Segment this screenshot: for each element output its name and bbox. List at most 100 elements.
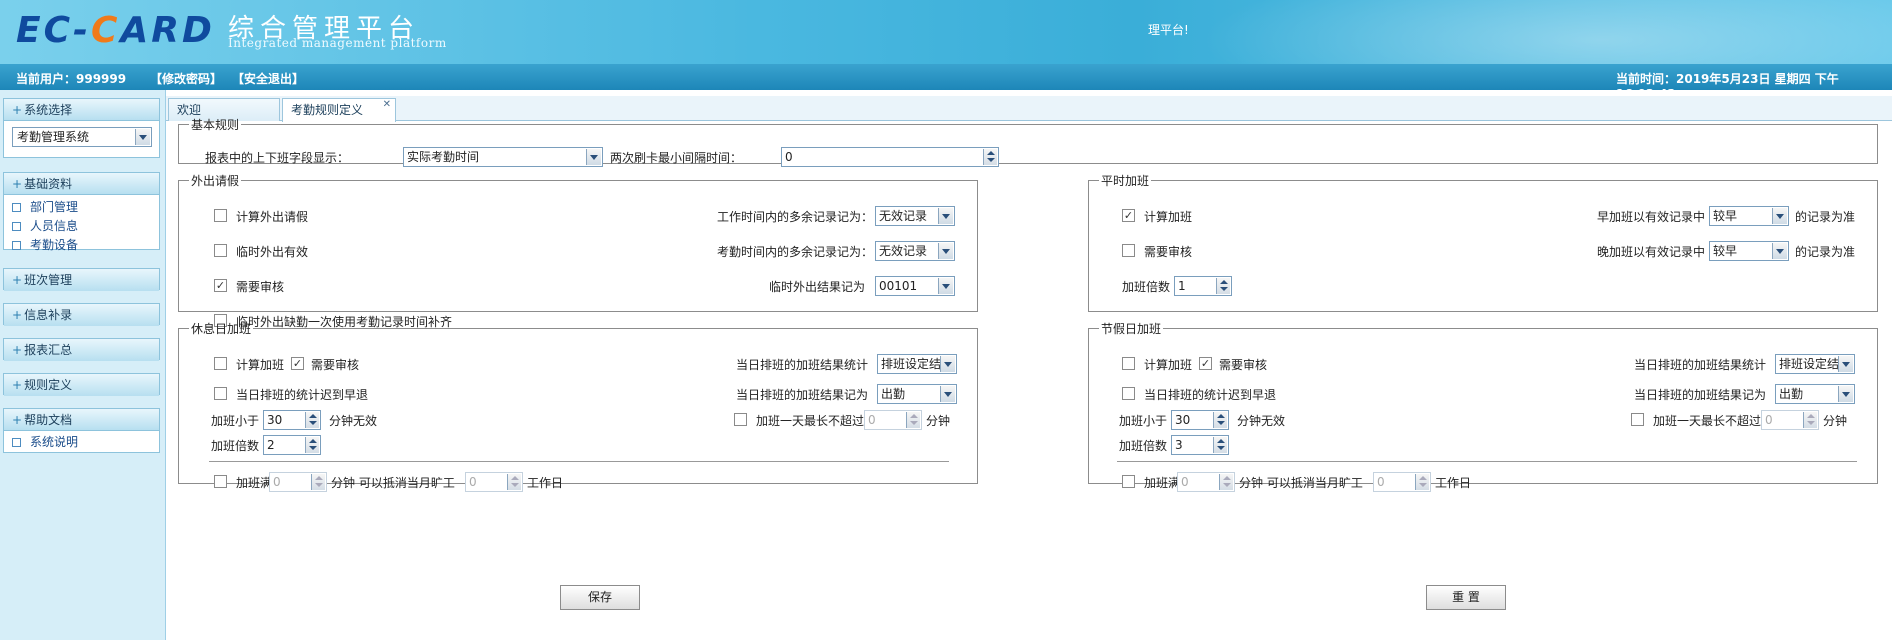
rest-audit-label: 需要审核 <box>311 358 360 372</box>
save-button[interactable]: 保存 <box>560 585 640 610</box>
holiday-less-than-stepper[interactable]: 30 <box>1171 410 1229 430</box>
holiday-audit-checkbox[interactable]: ✓ <box>1199 357 1212 370</box>
early-ot-select[interactable]: 较早 <box>1709 206 1789 226</box>
panel-header-shift[interactable]: + 班次管理 <box>4 269 159 291</box>
holiday-late-early-checkbox[interactable] <box>1122 387 1135 400</box>
rest-multiplier-stepper[interactable]: 2 <box>263 435 321 455</box>
rest-calc-ot-checkbox[interactable] <box>214 357 227 370</box>
holiday-full-label: 加班满 <box>1144 476 1181 490</box>
expand-icon: + <box>12 413 23 427</box>
holiday-max-minutes-label: 分钟 <box>1823 414 1848 428</box>
sidebar-item-personnel[interactable]: 人员信息 <box>12 217 151 236</box>
rest-max-checkbox[interactable] <box>734 413 747 426</box>
rest-audit-checkbox[interactable]: ✓ <box>291 357 304 370</box>
close-icon[interactable]: ✕ <box>383 99 391 111</box>
normal-ot-group: 平时加班 ✓ 计算加班 需要审核 加班倍数 1 早加班以有效记录中 较早 的记录… <box>1088 172 1878 312</box>
logout-link[interactable]: 【安全退出】 <box>232 70 304 87</box>
rest-less-than-stepper[interactable]: 30 <box>263 410 321 430</box>
holiday-offset-label: 分钟 可以抵消当月旷工 <box>1239 476 1363 490</box>
stepper-arrows-icon[interactable] <box>1216 278 1230 294</box>
holiday-multiplier-stepper[interactable]: 3 <box>1171 435 1229 455</box>
panel-report: + 报表汇总 <box>3 338 160 361</box>
panel-help: + 帮助文档 系统说明 <box>3 408 160 453</box>
user-bar: 当前用户：999999 【修改密码】 【安全退出】 当前时间：2019年5月23… <box>0 64 1892 101</box>
square-icon <box>12 203 21 212</box>
work-extra-select[interactable]: 无效记录 <box>875 206 955 226</box>
normal-calc-ot-checkbox[interactable]: ✓ <box>1122 209 1135 222</box>
sidebar-item-manual[interactable]: 系统说明 <box>12 433 151 452</box>
chevron-down-icon <box>1838 386 1853 402</box>
holiday-max-stepper[interactable]: 0 <box>1761 410 1819 430</box>
panel-header-info[interactable]: + 信息补录 <box>4 304 159 326</box>
rest-max-label: 加班一天最长不超过 <box>756 414 865 428</box>
att-extra-label: 考勤时间内的多余记录记为： <box>717 245 874 259</box>
chevron-down-icon <box>1838 356 1853 372</box>
holiday-calc-ot-checkbox[interactable] <box>1122 357 1135 370</box>
holiday-result-select[interactable]: 出勤 <box>1775 384 1855 404</box>
sidebar-item-device[interactable]: 考勤设备 <box>12 236 151 255</box>
normal-multiplier-stepper[interactable]: 1 <box>1174 276 1232 296</box>
holiday-multiplier-label: 加班倍数 <box>1119 439 1168 453</box>
rest-result-label: 当日排班的加班结果记为 <box>736 388 869 402</box>
holiday-offset-stepper[interactable]: 0 <box>1373 472 1431 492</box>
holiday-full-stepper[interactable]: 0 <box>1177 472 1235 492</box>
late-ot-label: 晚加班以有效记录中 <box>1597 245 1706 259</box>
rest-max-minutes-label: 分钟 <box>926 414 951 428</box>
shift-field-select[interactable]: 实际考勤时间 <box>403 147 603 167</box>
att-extra-select[interactable]: 无效记录 <box>875 241 955 261</box>
reset-button[interactable]: 重 置 <box>1426 585 1506 610</box>
stepper-arrows-icon[interactable] <box>305 412 319 428</box>
temp-out-valid-label: 临时外出有效 <box>236 245 309 259</box>
stepper-arrows-icon[interactable] <box>1213 412 1227 428</box>
stepper-arrows-icon[interactable] <box>305 437 319 453</box>
panel-header-report[interactable]: + 报表汇总 <box>4 339 159 361</box>
system-select[interactable]: 考勤管理系统 <box>12 127 152 147</box>
calc-leave-label: 计算外出请假 <box>236 210 309 224</box>
main-content: 基本规则 报表中的上下班字段显示： 实际考勤时间 两次刷卡最小间隔时间： 0 外… <box>166 116 1892 640</box>
stepper-arrows-icon[interactable] <box>906 412 920 428</box>
chevron-down-icon <box>938 243 953 259</box>
rest-full-checkbox[interactable] <box>214 475 227 488</box>
panel-info: + 信息补录 <box>3 303 160 326</box>
stepper-arrows-icon[interactable] <box>1803 412 1817 428</box>
app-header: EC-CARD 综合管理平台 Integrated management pla… <box>0 0 1892 64</box>
stepper-arrows-icon[interactable] <box>983 149 997 165</box>
stepper-arrows-icon[interactable] <box>1213 437 1227 453</box>
rest-stat-select[interactable]: 排班设定结 <box>877 354 957 374</box>
panel-header-help[interactable]: + 帮助文档 <box>4 409 159 431</box>
chevron-down-icon <box>586 149 601 165</box>
stepper-arrows-icon[interactable] <box>1415 474 1429 490</box>
work-extra-label: 工作时间内的多余记录记为： <box>717 210 874 224</box>
rest-full-stepper[interactable]: 0 <box>269 472 327 492</box>
panel-header-basic[interactable]: + 基础资料 <box>4 173 159 195</box>
leave-group: 外出请假 计算外出请假 临时外出有效 ✓ 需要审核 临时外出缺勤一次使用考勤记录… <box>178 172 978 329</box>
chevron-down-icon <box>1772 243 1787 259</box>
panel-header-rule[interactable]: + 规则定义 <box>4 374 159 396</box>
temp-out-valid-checkbox[interactable] <box>214 244 227 257</box>
rest-max-stepper[interactable]: 0 <box>864 410 922 430</box>
holiday-full-checkbox[interactable] <box>1122 475 1135 488</box>
rest-late-early-checkbox[interactable] <box>214 387 227 400</box>
sidebar-item-department[interactable]: 部门管理 <box>12 198 151 217</box>
panel-system-select: + 系统选择 考勤管理系统 <box>3 98 160 158</box>
panel-header-system-select[interactable]: + 系统选择 <box>4 99 159 121</box>
normal-audit-checkbox[interactable] <box>1122 244 1135 257</box>
change-password-link[interactable]: 【修改密码】 <box>150 70 222 87</box>
rest-offset-stepper[interactable]: 0 <box>465 472 523 492</box>
rest-ot-group: 休息日加班 计算加班 ✓ 需要审核 当日排班的统计迟到早退 加班小于 30 分钟… <box>178 320 978 492</box>
stepper-arrows-icon[interactable] <box>1219 474 1233 490</box>
holiday-stat-select[interactable]: 排班设定结 <box>1775 354 1855 374</box>
late-ot-select[interactable]: 较早 <box>1709 241 1789 261</box>
rest-less-than-label: 加班小于 <box>211 414 260 428</box>
holiday-max-checkbox[interactable] <box>1631 413 1644 426</box>
temp-result-select[interactable]: 00101 <box>875 276 955 296</box>
rest-result-select[interactable]: 出勤 <box>877 384 957 404</box>
stepper-arrows-icon[interactable] <box>507 474 521 490</box>
panel-rule: + 规则定义 <box>3 373 160 396</box>
rest-minutes-invalid-label: 分钟无效 <box>329 414 378 428</box>
stepper-arrows-icon[interactable] <box>311 474 325 490</box>
calc-leave-checkbox[interactable] <box>214 209 227 222</box>
normal-calc-ot-label: 计算加班 <box>1144 210 1193 224</box>
leave-audit-checkbox[interactable]: ✓ <box>214 279 227 292</box>
min-interval-stepper[interactable]: 0 <box>781 147 999 167</box>
